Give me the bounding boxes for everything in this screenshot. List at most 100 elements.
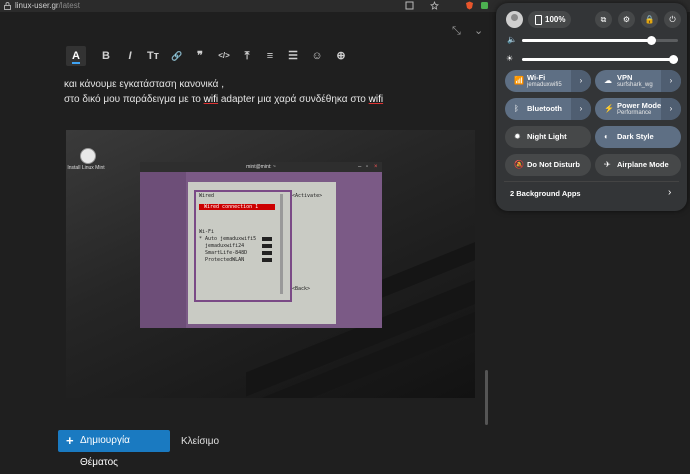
tui-wired-label: Wired [199, 193, 215, 199]
collapse-icon[interactable]: ⤡ [452, 25, 461, 38]
power-button[interactable]: ⏻ [664, 11, 681, 28]
heading-button[interactable]: A [66, 46, 86, 66]
terminal-window: mint@mint: ~ – ▫ × Wired Wired connectio… [140, 162, 382, 328]
toggle-dark-style[interactable]: ◐ Dark Style [595, 126, 681, 148]
toggle-bluetooth[interactable]: ᛒ Bluetooth › [505, 98, 591, 120]
upload-button[interactable]: ⤒ [237, 46, 257, 66]
editor-line-1: και κάνουμε εγκατάσταση κανονικά , [64, 79, 224, 90]
plus-icon: + [66, 433, 74, 448]
emoji-button[interactable]: ☺ [307, 46, 327, 66]
chevron-right-icon[interactable]: › [571, 98, 591, 120]
vpn-label: VPN [617, 73, 633, 82]
toggle-do-not-disturb[interactable]: 🔕 Do Not Disturb [505, 154, 591, 176]
create-topic-label: Δημιουργία Θέματος [80, 435, 130, 468]
night-light-label: Night Light [527, 132, 567, 141]
tui-network-3: SmartLife-848D [199, 250, 248, 256]
toggle-wifi[interactable]: 📶 Wi-Fi jemaduxwifi5 › [505, 70, 591, 92]
bell-off-icon: 🔕 [514, 160, 524, 169]
chevron-right-icon[interactable]: › [661, 98, 681, 120]
terminal-titlebar: mint@mint: ~ – ▫ × [140, 162, 382, 172]
chevron-right-icon[interactable]: › [571, 70, 591, 92]
chevron-down-icon[interactable]: ⌄ [474, 24, 483, 37]
wifi-link-2[interactable]: wifi [369, 94, 383, 105]
toggle-night-light[interactable]: ✹ Night Light [505, 126, 591, 148]
quote-button[interactable]: ❞ [190, 46, 210, 66]
tui-network-4: ProtectedWLAN [199, 257, 245, 263]
volume-fill [522, 39, 652, 42]
quick-settings-panel: 100% ⧉ ⚙ 🔒 ⏻ 🔈 ☀ 📶 Wi-Fi jemaduxwifi5 › ☁ VPN… [496, 3, 687, 211]
install-disc-icon [80, 148, 96, 164]
embedded-screenshot: Install Linux Mint mint@mint: ~ – ▫ × Wi… [66, 130, 475, 398]
brightness-fill [522, 58, 678, 61]
airplane-mode-label: Airplane Mode [617, 160, 669, 169]
wifi-icon: 📶 [514, 76, 524, 85]
url-text[interactable]: linux-user.gr/latest [15, 0, 80, 12]
minimize-icon: – [358, 164, 362, 170]
terminal-title: mint@mint: ~ [246, 164, 276, 170]
bullet-list-button[interactable]: ≡ [260, 46, 280, 66]
tui-activate-button: <Activate> [292, 193, 323, 199]
volume-icon: 🔈 [507, 35, 517, 44]
italic-button[interactable]: I [120, 46, 140, 66]
airplane-icon: ✈ [604, 160, 611, 169]
extension-icon[interactable] [480, 1, 489, 10]
url-path: /latest [58, 1, 80, 10]
battery-indicator[interactable]: 100% [528, 11, 571, 28]
lock-icon: 🔒 [644, 15, 655, 24]
brightness-icon: ☀ [506, 54, 514, 63]
heading-glyph: A [72, 50, 80, 64]
chevron-right-icon[interactable]: › [668, 187, 671, 198]
translate-icon[interactable] [405, 1, 414, 10]
divider [504, 181, 679, 182]
tui-network-1: * Auto jemaduxwifi5 [199, 236, 257, 242]
desktop-icon-label: Install Linux Mint [67, 165, 105, 171]
line2-prefix: στο δικό μου παράδειγμα με το [64, 94, 204, 105]
close-link[interactable]: Κλείσιμο [181, 436, 219, 447]
power-mode-icon: ⚡ [604, 104, 614, 113]
chevron-right-icon[interactable]: › [661, 70, 681, 92]
numbered-list-button[interactable]: ☰ [283, 46, 303, 66]
volume-knob[interactable] [647, 36, 657, 45]
night-light-icon: ✹ [514, 132, 521, 141]
battery-percent: 100% [545, 15, 566, 24]
bluetooth-label: Bluetooth [527, 104, 562, 113]
wifi-status: jemaduxwifi5 [527, 82, 562, 88]
volume-slider[interactable] [522, 36, 678, 45]
font-size-button[interactable]: Tт [143, 46, 163, 66]
background-apps[interactable]: 2 Background Apps [510, 189, 581, 198]
tui-scrollbar [280, 194, 283, 294]
dark-style-icon: ◐ [604, 132, 609, 141]
screenshot-button[interactable]: ⧉ [595, 11, 612, 28]
tui-network-2: jemaduxwifi24 [199, 243, 245, 249]
code-button[interactable]: </> [214, 46, 234, 66]
wifi-link-1[interactable]: wifi [204, 94, 218, 105]
bold-button[interactable]: B [96, 46, 116, 66]
dark-style-label: Dark Style [617, 132, 654, 141]
avatar[interactable] [506, 11, 523, 28]
tui-selected-label: Wired connection 1 [204, 204, 259, 210]
power-mode-status: Performance [617, 110, 652, 116]
gear-icon: ⚙ [622, 15, 631, 24]
tui-wifi-header: Wi-Fi [199, 229, 215, 235]
editor-line-2: στο δικό μου παράδειγμα με το wifi adapt… [64, 94, 383, 105]
brightness-knob[interactable] [669, 55, 678, 64]
page-scrollbar[interactable] [485, 370, 488, 425]
create-topic-button[interactable]: + Δημιουργία Θέματος [58, 430, 170, 468]
do-not-disturb-label: Do Not Disturb [527, 160, 580, 169]
toggle-vpn[interactable]: ☁ VPN surfshark_wg › [595, 70, 681, 92]
toggle-airplane-mode[interactable]: ✈ Airplane Mode [595, 154, 681, 176]
lock-button[interactable]: 🔒 [641, 11, 658, 28]
more-button[interactable]: ⊕ [331, 46, 351, 66]
toggle-power-mode[interactable]: ⚡ Power Mode Performance › [595, 98, 681, 120]
link-button[interactable]: 🔗 [167, 46, 187, 66]
maximize-icon: ▫ [366, 164, 369, 170]
nmtui-dialog: Wired Wired connection 1 <Activate> Wi-F… [188, 182, 336, 324]
signal-bars-icon [262, 237, 272, 262]
brave-shield-icon[interactable] [465, 1, 474, 10]
bookmark-icon[interactable] [430, 1, 439, 10]
lock-icon [4, 2, 11, 10]
settings-button[interactable]: ⚙ [618, 11, 635, 28]
brightness-slider[interactable] [522, 55, 678, 64]
power-mode-label: Power Mode [617, 101, 662, 110]
vpn-icon: ☁ [604, 76, 612, 85]
